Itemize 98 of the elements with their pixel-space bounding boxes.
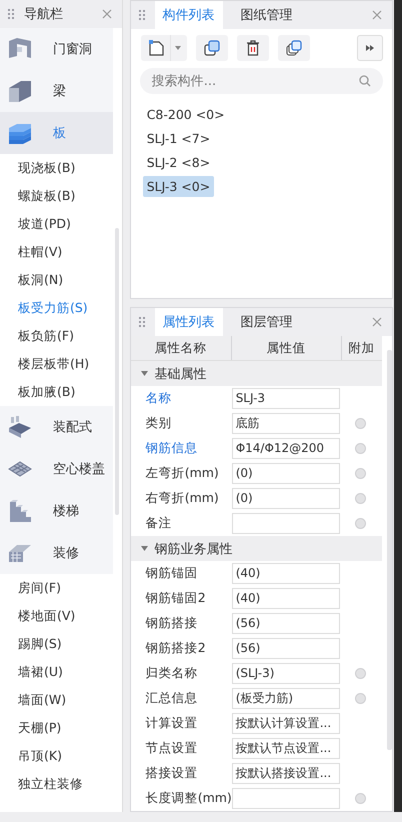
property-name: 钢筋锚固2 (144, 590, 207, 607)
category-item[interactable]: 楼梯 (0, 490, 113, 532)
value-field[interactable]: SLJ-3 (232, 388, 340, 409)
drag-handle-icon[interactable] (138, 317, 145, 327)
copy-button[interactable] (196, 35, 228, 61)
subcategory-item[interactable]: 楼层板带(H) (0, 350, 113, 378)
property-name: 钢筋信息 (144, 440, 199, 457)
value-field[interactable]: 按默认搭接设置... (232, 763, 340, 784)
subcategory-item[interactable]: 吊顶(K) (0, 742, 113, 770)
subcategory-item[interactable]: 板加腋(B) (0, 378, 113, 406)
subcategory-item[interactable]: 楼地面(V) (0, 602, 113, 630)
subcategory-item[interactable]: 螺旋板(B) (0, 182, 113, 210)
property-name: 右弯折(mm) (144, 490, 220, 507)
property-name: 钢筋搭接2 (144, 640, 207, 657)
value-field[interactable]: (SLJ-3) (232, 663, 340, 684)
radio-button[interactable] (355, 693, 366, 704)
radio-button[interactable] (355, 468, 366, 479)
value-field[interactable] (232, 788, 340, 809)
property-name: 计算设置 (144, 715, 199, 732)
property-name: 节点设置 (144, 740, 199, 757)
radio-button[interactable] (355, 668, 366, 679)
column-header: 附加 (348, 338, 376, 356)
beam-icon (7, 78, 33, 104)
property-name: 类别 (144, 415, 173, 432)
tab[interactable]: 图层管理 (232, 308, 301, 336)
component-item[interactable]: SLJ-1 <7> (142, 128, 214, 149)
radio-button[interactable] (355, 518, 366, 529)
subcategory-item[interactable]: 坡道(PD) (0, 210, 113, 238)
property-name: 备注 (144, 515, 173, 532)
tab[interactable]: 图纸管理 (232, 1, 301, 29)
stairs-icon (7, 498, 33, 524)
subcategory-item[interactable]: 板洞(N) (0, 266, 113, 294)
value-field[interactable]: 按默认计算设置... (232, 713, 340, 734)
radio-button[interactable] (355, 493, 366, 504)
value-field[interactable]: 按默认节点设置... (232, 738, 340, 759)
copy-to-layer-button[interactable] (278, 35, 310, 61)
category-item[interactable]: 梁 (0, 70, 113, 112)
value-field[interactable]: Φ14/Φ12@200 (232, 438, 340, 459)
caret-icon (174, 46, 181, 50)
property-name: 归类名称 (144, 665, 199, 682)
search-icon (359, 75, 372, 87)
property-name: 钢筋锚固 (144, 565, 199, 582)
property-name: 钢筋搭接 (144, 615, 199, 632)
property-name: 汇总信息 (144, 690, 199, 707)
new-document-icon (146, 39, 165, 57)
value-field[interactable]: (56) (232, 638, 340, 659)
subcategory-item[interactable]: 板负筋(F) (0, 322, 113, 350)
stacked-copies-icon (284, 39, 303, 57)
value-field[interactable]: (56) (232, 613, 340, 634)
delete-button[interactable] (236, 35, 269, 61)
panel-title: 导航栏 (24, 6, 64, 23)
property-name: 名称 (144, 390, 173, 407)
component-item[interactable]: C8-200 <0> (142, 104, 229, 125)
drag-handle-icon[interactable] (8, 9, 14, 19)
category-item[interactable]: 装修 (0, 532, 113, 574)
subcategory-item[interactable]: 房间(F) (0, 574, 113, 602)
property-name: 左弯折(mm) (144, 465, 220, 482)
radio-button[interactable] (355, 793, 366, 804)
component-item[interactable]: SLJ-2 <8> (142, 152, 214, 173)
subcategory-item[interactable]: 现浇板(B) (0, 154, 113, 182)
value-field[interactable]: (40) (232, 563, 340, 584)
value-field[interactable]: (板受力筋) (232, 688, 340, 709)
close-icon[interactable] (372, 317, 382, 327)
more-button[interactable] (357, 35, 384, 61)
value-field[interactable]: (0) (232, 488, 340, 509)
close-icon[interactable] (102, 9, 112, 19)
copy-icon (202, 39, 221, 57)
subcategory-item[interactable]: 柱帽(V) (0, 238, 113, 266)
radio-button[interactable] (355, 418, 366, 429)
value-field[interactable] (232, 513, 340, 534)
category-item[interactable]: 空心楼盖 (0, 448, 113, 490)
subcategory-item[interactable]: 踢脚(S) (0, 630, 113, 658)
column-header: 属性名称 (130, 336, 232, 360)
subcategory-item[interactable]: 独立柱装修 (0, 770, 113, 798)
tab[interactable]: 属性列表 (154, 308, 223, 336)
radio-button[interactable] (355, 443, 366, 454)
group-header[interactable]: 钢筋业务属性 (130, 536, 382, 561)
prefab-slab-icon (7, 414, 33, 440)
component-item[interactable]: SLJ-3 <0> (142, 176, 214, 197)
drag-handle-icon[interactable] (138, 10, 145, 20)
double-arrow-icon (366, 45, 374, 51)
value-field[interactable]: 底筋 (232, 413, 340, 434)
value-field[interactable]: (40) (232, 588, 340, 609)
search-field[interactable]: 搜索构件... (140, 68, 384, 94)
close-icon[interactable] (372, 10, 382, 20)
column-header: 属性值 (232, 336, 342, 360)
tab[interactable]: 构件列表 (154, 1, 223, 29)
group-header[interactable]: 基础属性 (130, 361, 382, 386)
category-item[interactable]: 装配式 (0, 406, 113, 448)
new-button[interactable] (140, 35, 187, 61)
subcategory-item[interactable]: 墙裙(U) (0, 658, 113, 686)
subcategory-item[interactable]: 板受力筋(S) (0, 294, 113, 322)
subcategory-item[interactable]: 天棚(P) (0, 714, 113, 742)
value-field[interactable]: (0) (232, 463, 340, 484)
category-item[interactable]: 门窗洞 (0, 28, 113, 70)
property-name: 搭接设置 (144, 765, 199, 782)
subcategory-item[interactable]: 墙面(W) (0, 686, 113, 714)
property-name: 长度调整(mm) (144, 790, 232, 807)
